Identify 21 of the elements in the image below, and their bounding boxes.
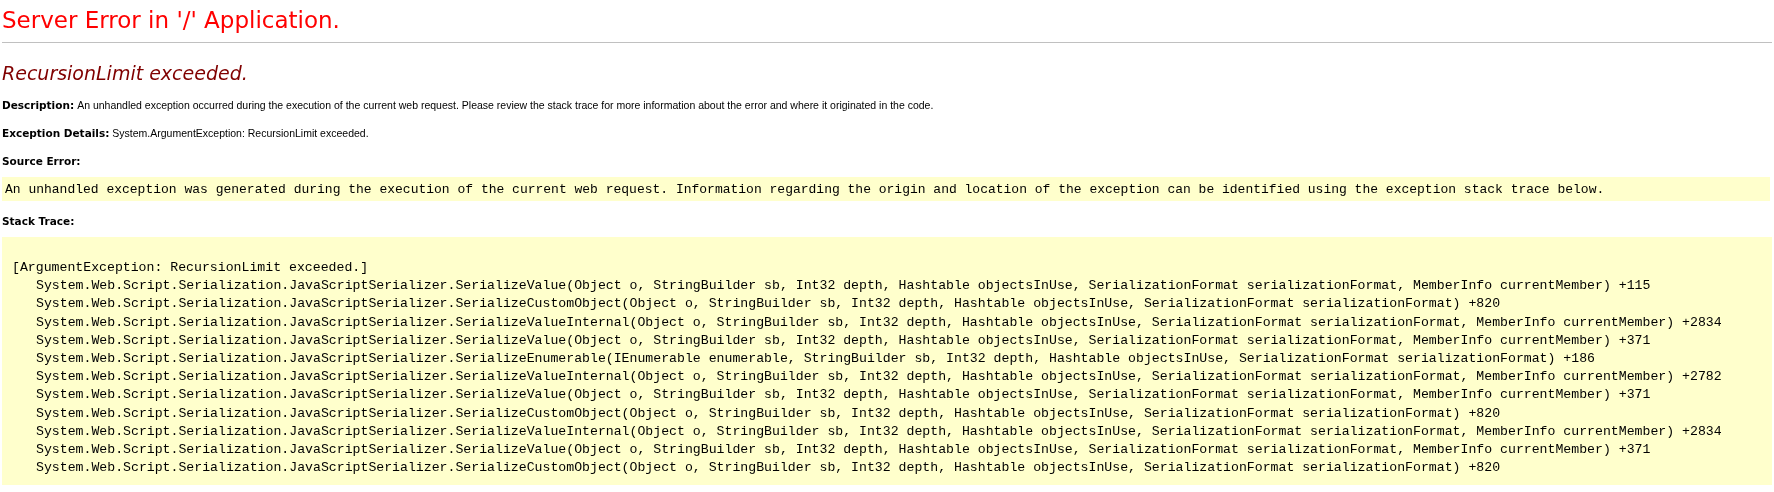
exception-details-text: System.ArgumentException: RecursionLimit exceeded. [112, 127, 369, 139]
exception-line: [ArgumentException: RecursionLimit exceeded.] [12, 259, 369, 277]
description-text: An unhandled exception occurred during the execution of the current web request. Please review the stack trace for more information about the error and where it originated in the code. [77, 99, 934, 111]
stack-frame-line: System.Web.Script.Serialization.JavaScriptSerializer.SerializeValueInternal(Object o, StringBuilder sb, Int32 depth, Hashtable objectsInUse, SerializationFormat serializationFormat, MemberInfo currentMember) +2782 [36, 368, 1722, 387]
stack-frame-line: System.Web.Script.Serialization.JavaScriptSerializer.SerializeValueInternal(Object o, StringBuilder sb, Int32 depth, Hashtable objectsInUse, SerializationFormat serializationFormat, MemberInfo currentMember) +2834 [36, 422, 1722, 441]
source-error-message: An unhandled exception was generated during the execution of the current web request. Information regarding the origin and location of the exception can be identified using the exception stack trace below. [5, 182, 1605, 197]
exception-details-label: Exception Details: [2, 127, 110, 139]
page-title: Server Error in '/' Application. [2, 6, 341, 35]
stack-frame-line: System.Web.Script.Serialization.JavaScriptSerializer.SerializeCustomObject(Object o, StringBuilder sb, Int32 depth, Hashtable objectsInUse, SerializationFormat serializationFormat) +820 [36, 295, 1501, 314]
stack-frame-line: System.Web.Script.Serialization.JavaScriptSerializer.SerializeCustomObject(Object o, StringBuilder sb, Int32 depth, Hashtable objectsInUse, SerializationFormat serializationFormat) +820 [36, 404, 1501, 423]
stack-frame-line: System.Web.Script.Serialization.JavaScriptSerializer.SerializeCustomObject(Object o, StringBuilder sb, Int32 depth, Hashtable objectsInUse, SerializationFormat serializationFormat) +820 [36, 459, 1501, 478]
stack-frame-line: System.Web.Script.Serialization.JavaScriptSerializer.SerializeEnumerable(IEnumerable enumerable, StringBuilder sb, Int32 depth, Hashtable objectsInUse, SerializationFormat serializationFormat) +186 [36, 350, 1596, 368]
stack-trace-label: Stack Trace: [2, 215, 75, 227]
source-error-label: Source Error: [2, 155, 81, 167]
stack-frame-line: System.Web.Script.Serialization.JavaScriptSerializer.SerializeValue(Object o, StringBuilder sb, Int32 depth, Hashtable objectsInUse, SerializationFormat serializationFormat, MemberInfo currentMember) +115 [36, 277, 1651, 296]
stack-frame-line: System.Web.Script.Serialization.JavaScriptSerializer.SerializeValue(Object o, StringBuilder sb, Int32 depth, Hashtable objectsInUse, SerializationFormat serializationFormat, MemberInfo currentMember) +371 [36, 441, 1651, 460]
stack-frame-line: System.Web.Script.Serialization.JavaScriptSerializer.SerializeValue(Object o, StringBuilder sb, Int32 depth, Hashtable objectsInUse, SerializationFormat serializationFormat, MemberInfo currentMember) +371 [36, 386, 1651, 405]
stack-frame-line: System.Web.Script.Serialization.JavaScriptSerializer.SerializeValueInternal(Object o, StringBuilder sb, Int32 depth, Hashtable objectsInUse, SerializationFormat serializationFormat, MemberInfo currentMember) +2834 [36, 313, 1722, 332]
stack-frame-line: System.Web.Script.Serialization.JavaScriptSerializer.SerializeValue(Object o, StringBuilder sb, Int32 depth, Hashtable objectsInUse, SerializationFormat serializationFormat, MemberInfo currentMember) +371 [36, 331, 1651, 350]
error-heading: RecursionLimit exceeded. [2, 61, 249, 85]
description-label: Description: [2, 99, 75, 111]
